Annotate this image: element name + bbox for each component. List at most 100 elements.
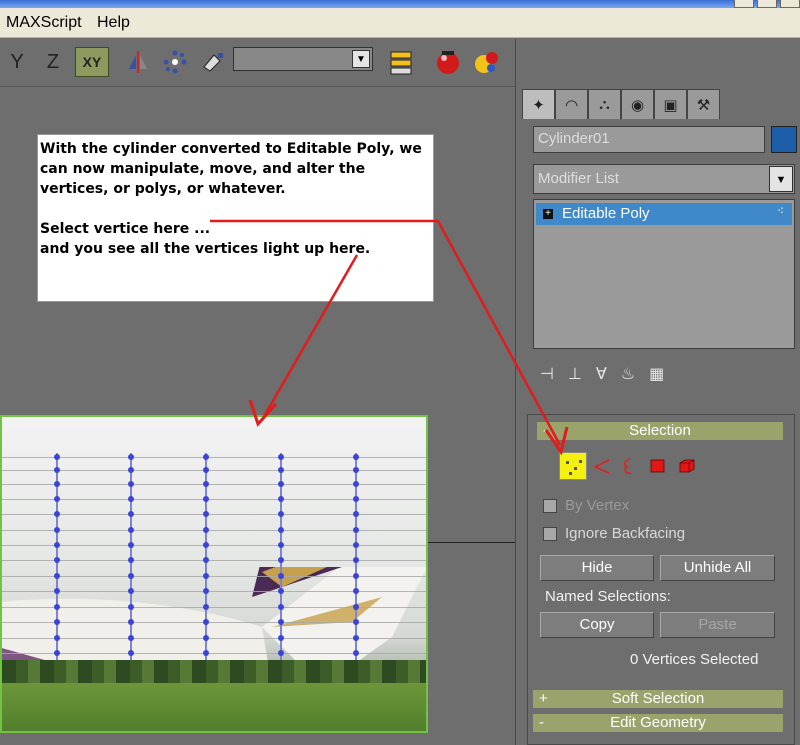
constrain-z-button[interactable]: Z (42, 47, 64, 77)
vertex-point[interactable] (203, 481, 209, 487)
menu-maxscript[interactable]: MAXScript (6, 14, 82, 32)
vertex-point[interactable] (426, 454, 428, 460)
vertex-point[interactable] (278, 557, 284, 563)
vertex-point[interactable] (278, 635, 284, 641)
named-selection-set-dropdown[interactable]: ▼ (233, 47, 373, 71)
vertex-point[interactable] (278, 542, 284, 548)
vertex-point[interactable] (426, 604, 428, 610)
vertex-point[interactable] (128, 588, 134, 594)
array-icon[interactable] (160, 47, 190, 77)
vertex-point[interactable] (203, 467, 209, 473)
show-end-result-icon[interactable]: ⊥ (568, 364, 582, 384)
paste-button[interactable]: Paste (660, 612, 775, 638)
vertex-point[interactable] (353, 604, 359, 610)
close-button[interactable] (780, 0, 800, 8)
unhide-all-button[interactable]: Unhide All (660, 555, 775, 581)
vertex-point[interactable] (353, 496, 359, 502)
constrain-y-button[interactable]: Y (6, 47, 28, 77)
vertex-point[interactable] (54, 511, 60, 517)
vertex-point[interactable] (203, 573, 209, 579)
vertex-point[interactable] (426, 635, 428, 641)
vertex-point[interactable] (426, 467, 428, 473)
vertex-point[interactable] (278, 454, 284, 460)
remove-modifier-icon[interactable]: ♨ (621, 364, 635, 384)
tab-hierarchy[interactable]: ⛬ (588, 89, 621, 119)
vertex-point[interactable] (203, 511, 209, 517)
vertex-point[interactable] (128, 650, 134, 656)
vertex-point[interactable] (128, 557, 134, 563)
vertex-point[interactable] (203, 496, 209, 502)
vertex-point[interactable] (203, 635, 209, 641)
vertex-point[interactable] (278, 650, 284, 656)
constrain-xy-button[interactable]: XY (75, 47, 109, 77)
vertex-point[interactable] (203, 454, 209, 460)
copy-button[interactable]: Copy (540, 612, 654, 638)
vertex-point[interactable] (54, 454, 60, 460)
ignore-backfacing-checkbox[interactable]: Ignore Backfacing (543, 525, 685, 542)
vertex-point[interactable] (353, 557, 359, 563)
vertex-point[interactable] (54, 542, 60, 548)
vertex-point[interactable] (54, 604, 60, 610)
vertex-point[interactable] (203, 588, 209, 594)
vertex-point[interactable] (54, 650, 60, 656)
tab-create[interactable]: ✦ (522, 89, 555, 119)
soft-selection-rollout-header[interactable]: + Soft Selection (533, 690, 783, 708)
vertex-point[interactable] (54, 496, 60, 502)
ignore-backfacing-box[interactable] (543, 526, 557, 541)
object-color-swatch[interactable] (771, 126, 797, 153)
render-scene-icon[interactable] (432, 47, 464, 77)
vertex-point[interactable] (54, 573, 60, 579)
vertex-point[interactable] (54, 557, 60, 563)
vertex-point[interactable] (353, 635, 359, 641)
vertex-point[interactable] (54, 481, 60, 487)
vertex-point[interactable] (426, 573, 428, 579)
vertex-point[interactable] (128, 511, 134, 517)
chevron-down-icon[interactable]: ▼ (769, 166, 793, 192)
maximize-button[interactable] (757, 0, 777, 8)
tab-modify[interactable]: ◠ (555, 89, 588, 119)
by-vertex-box[interactable] (543, 498, 557, 513)
vertex-point[interactable] (203, 604, 209, 610)
chevron-down-icon[interactable]: ▼ (352, 50, 370, 68)
by-vertex-checkbox[interactable]: By Vertex (543, 497, 629, 514)
layer-manager-icon[interactable] (385, 47, 417, 77)
vertex-point[interactable] (278, 467, 284, 473)
stack-item-editable-poly[interactable]: + Editable Poly ⁖ (536, 203, 792, 225)
vertex-point[interactable] (54, 588, 60, 594)
vertex-point[interactable] (54, 467, 60, 473)
vertex-point[interactable] (128, 635, 134, 641)
vertex-point[interactable] (278, 604, 284, 610)
tab-display[interactable]: ▣ (654, 89, 687, 119)
tab-motion[interactable]: ◉ (621, 89, 654, 119)
mirror-icon[interactable] (124, 47, 152, 77)
vertex-point[interactable] (353, 527, 359, 533)
element-level-button[interactable] (676, 452, 698, 480)
vertex-point[interactable] (426, 542, 428, 548)
vertex-point[interactable] (353, 573, 359, 579)
vertex-point[interactable] (278, 573, 284, 579)
editable-poly-object[interactable]: SC (0, 415, 428, 733)
vertex-point[interactable] (353, 650, 359, 656)
vertex-point[interactable] (128, 527, 134, 533)
vertex-point[interactable] (278, 588, 284, 594)
vertex-point[interactable] (353, 542, 359, 548)
vertex-point[interactable] (203, 619, 209, 625)
vertex-point[interactable] (278, 511, 284, 517)
vertex-point[interactable] (426, 481, 428, 487)
configure-modifier-sets-icon[interactable]: ▦ (649, 364, 664, 384)
border-level-button[interactable] (618, 452, 638, 480)
vertex-point[interactable] (128, 454, 134, 460)
modifier-list-dropdown[interactable]: Modifier List ▼ (533, 164, 795, 194)
vertex-point[interactable] (203, 650, 209, 656)
menu-help[interactable]: Help (97, 14, 130, 32)
vertex-point[interactable] (426, 511, 428, 517)
selection-rollout-header[interactable]: - Selection (537, 422, 783, 440)
vertex-point[interactable] (128, 542, 134, 548)
vertex-point[interactable] (54, 635, 60, 641)
vertex-point[interactable] (128, 604, 134, 610)
vertex-point[interactable] (353, 481, 359, 487)
polygon-level-button[interactable] (648, 452, 668, 480)
vertex-point[interactable] (278, 527, 284, 533)
quick-render-icon[interactable] (470, 47, 502, 77)
hide-button[interactable]: Hide (540, 555, 654, 581)
